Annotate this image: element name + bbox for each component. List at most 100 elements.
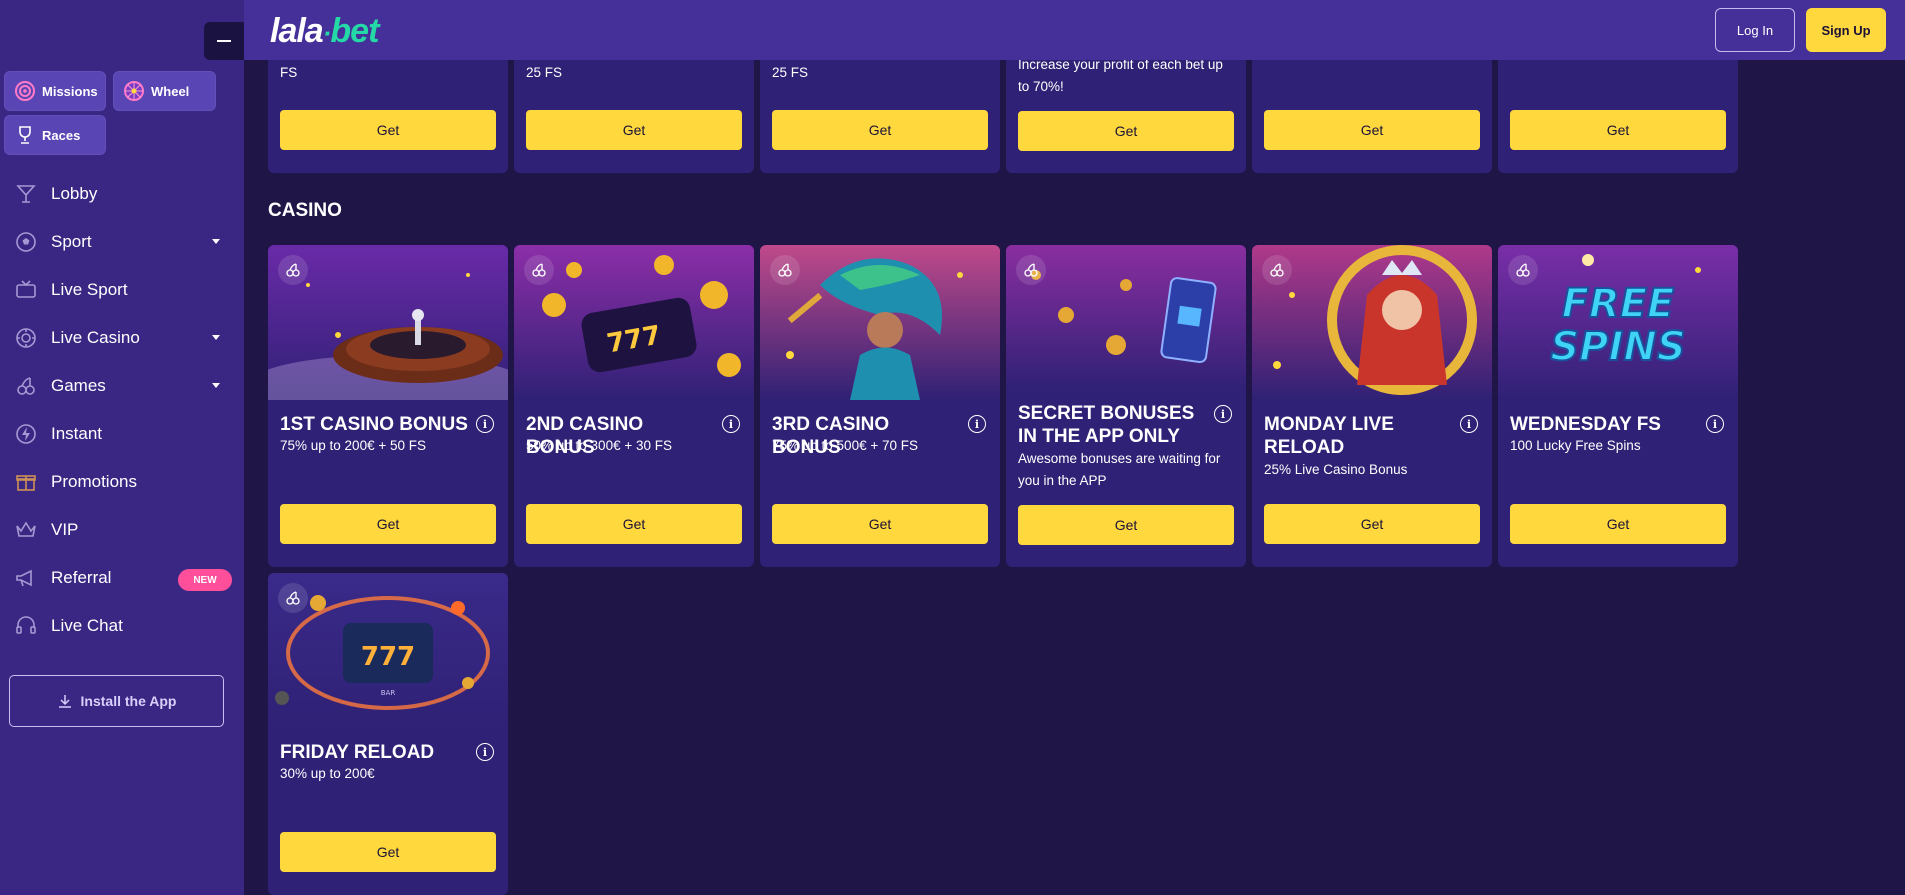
sidebar-item-label: Live Chat <box>51 616 123 635</box>
card-description: 30% up to 200€ <box>280 766 375 781</box>
get-button[interactable]: Get <box>280 832 496 872</box>
info-icon[interactable]: i <box>1214 405 1232 423</box>
races-chip[interactable]: Races <box>4 115 106 155</box>
info-icon[interactable]: i <box>1706 415 1724 433</box>
casino-bonus-card: MONDAY LIVE RELOAD i 25% Live Casino Bon… <box>1252 245 1492 567</box>
card-title: WEDNESDAY FS <box>1510 414 1661 435</box>
info-icon[interactable]: i <box>968 415 986 433</box>
trophy-icon <box>14 124 36 146</box>
casino-section-title: CASINO <box>268 200 342 221</box>
get-button[interactable]: Get <box>280 110 496 150</box>
card-title: 1ST CASINO BONUS <box>280 414 468 435</box>
chip-icon <box>14 326 38 350</box>
card-description: FS <box>280 65 298 80</box>
svg-text:777: 777 <box>361 642 415 672</box>
cherries-icon <box>524 255 554 285</box>
target-icon <box>14 80 36 102</box>
gift-icon <box>14 470 38 494</box>
get-button[interactable]: Get <box>1264 110 1480 150</box>
missions-chip[interactable]: Missions <box>4 71 106 111</box>
sidebar-item-instant[interactable]: Instant <box>0 410 244 458</box>
new-badge: NEW <box>178 569 232 591</box>
sidebar-item-label: Sport <box>51 232 92 251</box>
get-button[interactable]: Get <box>1264 504 1480 544</box>
card-description: 50% up to 300€ + 30 FS <box>526 438 672 453</box>
casino-bonus-card: 777 2ND CASINO BONUS i 50% up to 300€ + … <box>514 245 754 567</box>
chevron-down-icon <box>212 383 220 388</box>
missions-label: Missions <box>42 83 98 99</box>
get-button[interactable]: Get <box>280 504 496 544</box>
info-icon[interactable]: i <box>1460 415 1478 433</box>
cherries-icon <box>1508 255 1538 285</box>
sidebar-item-lobby[interactable]: Lobby <box>0 170 244 218</box>
card-description: 75% up to 500€ + 70 FS <box>772 438 918 453</box>
lalabet-logo[interactable]: lala·bet <box>270 12 379 51</box>
cherries-icon <box>1016 255 1046 285</box>
sidebar: Missions Wheel Races Lobby Sport Live Sp… <box>0 0 244 895</box>
collapse-sidebar-button[interactable] <box>204 22 244 60</box>
chevron-down-icon <box>212 335 220 340</box>
spins-art-text: SPINS <box>1550 324 1685 370</box>
instant-icon <box>14 422 38 446</box>
sidebar-nav: Lobby Sport Live Sport Live Casino Games… <box>0 170 244 650</box>
casino-bonus-card: SECRET BONUSES IN THE APP ONLY i Awesome… <box>1006 245 1246 567</box>
get-button[interactable]: Get <box>526 504 742 544</box>
minus-icon <box>217 40 231 42</box>
install-app-label: Install the App <box>80 693 177 709</box>
info-icon[interactable]: i <box>476 743 494 761</box>
signup-button[interactable]: Sign Up <box>1806 8 1886 52</box>
get-button[interactable]: Get <box>1510 110 1726 150</box>
races-label: Races <box>42 127 81 143</box>
card-title: SECRET BONUSES IN THE APP ONLY <box>1018 403 1195 447</box>
live-tv-icon <box>14 278 38 302</box>
card-description: 25 FS <box>526 65 563 80</box>
install-app-button[interactable]: Install the App <box>9 675 224 727</box>
cherries-icon <box>14 374 38 398</box>
wheel-label: Wheel <box>151 83 190 99</box>
crown-icon <box>14 518 38 542</box>
get-button[interactable]: Get <box>1510 504 1726 544</box>
info-icon[interactable]: i <box>476 415 494 433</box>
sidebar-item-label: Games <box>51 376 106 395</box>
download-icon <box>57 693 73 709</box>
sidebar-item-games[interactable]: Games <box>0 362 244 410</box>
sidebar-item-vip[interactable]: VIP <box>0 506 244 554</box>
casino-bonus-card: 1ST CASINO BONUS i 75% up to 200€ + 50 F… <box>268 245 508 567</box>
casino-bonus-card: 777 BAR FRIDAY RELOAD i 30% up to 200€ G… <box>268 573 508 895</box>
cherries-icon <box>278 583 308 613</box>
sidebar-item-live-chat[interactable]: Live Chat <box>0 602 244 650</box>
sidebar-item-referral[interactable]: Referral NEW <box>0 554 244 602</box>
get-button[interactable]: Get <box>526 110 742 150</box>
sidebar-item-label: Lobby <box>51 184 98 203</box>
sidebar-item-label: Live Casino <box>51 328 140 347</box>
cherries-icon <box>770 255 800 285</box>
sidebar-item-label: Live Sport <box>51 280 128 299</box>
chevron-down-icon <box>212 239 220 244</box>
casino-bonus-card: FREE SPINS WEDNESDAY FS i 100 Lucky Free… <box>1498 245 1738 567</box>
get-button[interactable]: Get <box>772 110 988 150</box>
headset-icon <box>14 614 38 638</box>
get-button[interactable]: Get <box>772 504 988 544</box>
sidebar-item-live-sport[interactable]: Live Sport <box>0 266 244 314</box>
megaphone-icon <box>14 566 38 590</box>
card-title: MONDAY LIVE RELOAD <box>1264 414 1394 458</box>
cocktail-icon <box>14 182 38 206</box>
sidebar-item-sport[interactable]: Sport <box>0 218 244 266</box>
wheel-chip[interactable]: Wheel <box>113 71 216 111</box>
login-button[interactable]: Log In <box>1715 8 1795 52</box>
card-description: 25 FS <box>772 65 809 80</box>
football-icon <box>14 230 38 254</box>
info-icon[interactable]: i <box>722 415 740 433</box>
get-button[interactable]: Get <box>1018 111 1234 151</box>
top-header: lala·bet Log In Sign Up <box>244 0 1905 60</box>
sidebar-item-live-casino[interactable]: Live Casino <box>0 314 244 362</box>
sidebar-item-label: Instant <box>51 424 103 443</box>
cherries-icon <box>278 255 308 285</box>
free-art-text: FREE <box>1562 281 1675 327</box>
card-title: FRIDAY RELOAD <box>280 742 435 763</box>
card-description: 100 Lucky Free Spins <box>1510 438 1641 453</box>
sidebar-item-promotions[interactable]: Promotions <box>0 458 244 506</box>
sidebar-item-label: Promotions <box>51 472 137 491</box>
get-button[interactable]: Get <box>1018 505 1234 545</box>
card-description: 25% Live Casino Bonus <box>1264 462 1408 477</box>
